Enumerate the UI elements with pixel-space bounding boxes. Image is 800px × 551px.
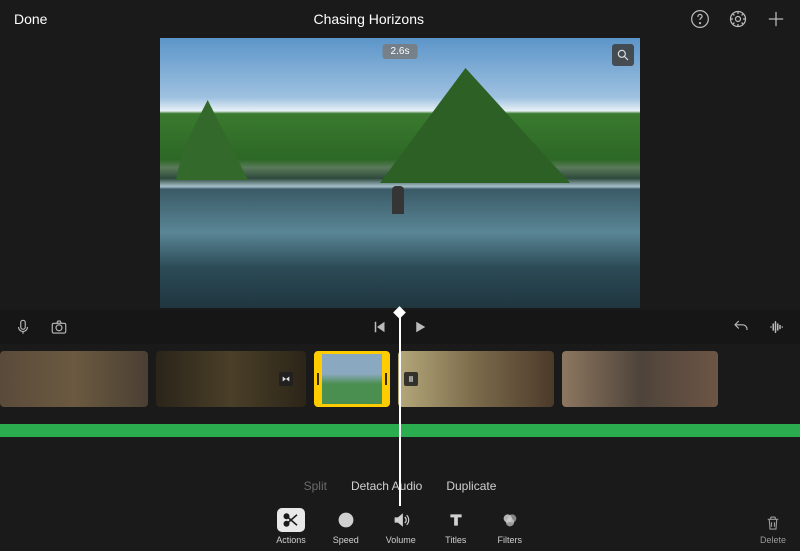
delete-label: Delete — [760, 535, 786, 545]
timeline-clip[interactable] — [156, 351, 306, 407]
timeline-clip[interactable] — [0, 351, 148, 407]
help-icon[interactable] — [690, 9, 710, 29]
preview-scenery — [176, 100, 248, 180]
split-action[interactable]: Split — [304, 479, 327, 493]
play-icon[interactable] — [411, 318, 429, 336]
trash-icon — [764, 514, 782, 532]
detach-audio-action[interactable]: Detach Audio — [351, 479, 422, 493]
speaker-icon — [387, 508, 415, 532]
filters-tool[interactable]: Filters — [496, 508, 524, 545]
add-icon[interactable] — [766, 9, 786, 29]
timeline-clip[interactable] — [562, 351, 718, 407]
preview-scenery — [392, 186, 404, 214]
timeline-clip-selected[interactable] — [314, 351, 390, 407]
bottom-toolbar: Actions Speed Volume Titles Filters — [0, 508, 800, 545]
timeline-clip[interactable] — [398, 351, 554, 407]
text-icon — [442, 508, 470, 532]
preview-viewport[interactable]: 2.6s — [160, 38, 640, 308]
scissors-icon — [277, 508, 305, 532]
waveform-icon[interactable] — [768, 318, 786, 336]
filters-icon — [496, 508, 524, 532]
transition-icon[interactable] — [279, 372, 293, 386]
delete-button[interactable]: Delete — [760, 514, 786, 545]
tool-label: Volume — [386, 535, 416, 545]
timeline[interactable] — [0, 344, 800, 414]
tool-label: Speed — [333, 535, 359, 545]
done-button[interactable]: Done — [14, 11, 47, 27]
project-title: Chasing Horizons — [47, 11, 690, 27]
tool-label: Filters — [498, 535, 523, 545]
zoom-icon[interactable] — [612, 44, 634, 66]
undo-icon[interactable] — [732, 318, 750, 336]
transition-icon[interactable] — [404, 372, 418, 386]
trim-handle-left[interactable] — [314, 354, 322, 404]
actions-tool[interactable]: Actions — [276, 508, 306, 545]
camera-icon[interactable] — [50, 318, 68, 336]
duplicate-action[interactable]: Duplicate — [446, 479, 496, 493]
tool-label: Titles — [445, 535, 466, 545]
clip-duration-badge: 2.6s — [383, 44, 418, 59]
gauge-icon — [332, 508, 360, 532]
skip-back-icon[interactable] — [371, 318, 389, 336]
settings-icon[interactable] — [728, 9, 748, 29]
titles-tool[interactable]: Titles — [442, 508, 470, 545]
preview-scenery — [380, 68, 570, 183]
tool-label: Actions — [276, 535, 306, 545]
speed-tool[interactable]: Speed — [332, 508, 360, 545]
microphone-icon[interactable] — [14, 318, 32, 336]
volume-tool[interactable]: Volume — [386, 508, 416, 545]
playhead[interactable] — [399, 308, 401, 506]
trim-handle-right[interactable] — [382, 354, 390, 404]
